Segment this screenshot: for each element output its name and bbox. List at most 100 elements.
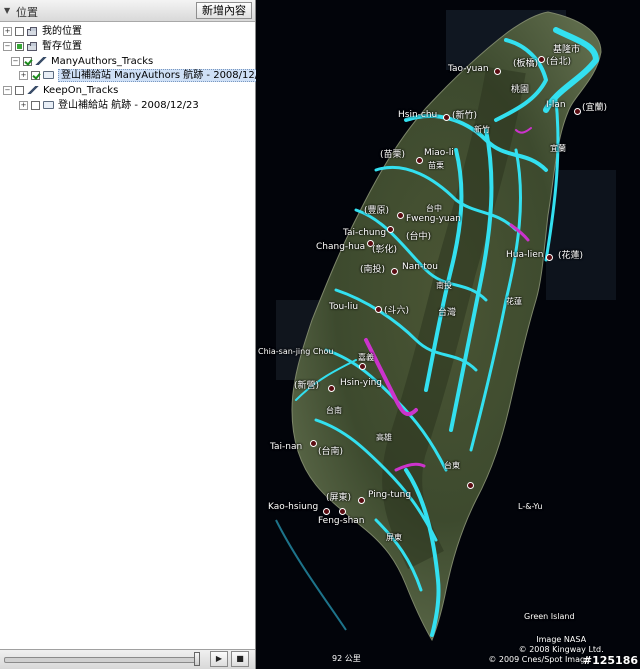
places-panel-title: 位置 bbox=[16, 6, 38, 19]
map-label: 新竹 bbox=[474, 125, 490, 134]
city-marker[interactable] bbox=[538, 56, 545, 63]
map-label: (屏東) bbox=[326, 493, 352, 503]
tree-item-label: 登山補給站 航跡 - 2008/12/23 bbox=[58, 100, 199, 111]
map-label: (板橋) bbox=[513, 59, 539, 69]
credit-line: Image NASA bbox=[536, 635, 587, 644]
city-marker[interactable] bbox=[574, 108, 581, 115]
play-button[interactable]: ▶ bbox=[210, 651, 228, 667]
map-label: (新營) bbox=[294, 381, 320, 391]
map-label: Miao-li bbox=[424, 148, 454, 158]
expand-plus-icon[interactable]: + bbox=[19, 100, 28, 110]
add-content-button[interactable]: 新增內容 bbox=[196, 2, 252, 19]
map-label: L-&-Yu bbox=[518, 502, 543, 511]
tree-item-label: KeepOn_Tracks bbox=[43, 85, 119, 96]
places-icon bbox=[27, 26, 38, 36]
places-icon bbox=[27, 41, 38, 51]
map-label: Feng-shan bbox=[318, 516, 365, 526]
map-label: (台中) bbox=[406, 232, 432, 242]
folder-icon bbox=[43, 71, 54, 79]
map-label: Kao-hsiung bbox=[268, 502, 319, 512]
city-marker[interactable] bbox=[467, 482, 474, 489]
map-label: Fweng-yuan bbox=[406, 214, 461, 224]
city-marker[interactable] bbox=[359, 363, 366, 370]
city-marker[interactable] bbox=[358, 497, 365, 504]
image-id-watermark: #125186 bbox=[582, 654, 638, 667]
opacity-slider-thumb[interactable] bbox=[194, 652, 200, 666]
city-marker[interactable] bbox=[328, 385, 335, 392]
map-label: 台南 bbox=[326, 406, 342, 415]
city-marker[interactable] bbox=[391, 268, 398, 275]
places-panel: ▼ 位置 新增內容 + 我的位置 − 暫存位置 − ManyAuthors_Track… bbox=[0, 0, 274, 669]
city-marker[interactable] bbox=[310, 440, 317, 447]
map-label: Ping-tung bbox=[368, 490, 412, 500]
checkbox[interactable] bbox=[31, 70, 40, 80]
map-label: Nan-tou bbox=[402, 262, 438, 272]
map-label: 嘉義 bbox=[358, 353, 374, 362]
city-marker[interactable] bbox=[443, 114, 450, 121]
map-label: (彰化) bbox=[372, 245, 398, 255]
tree-item-my-places[interactable]: + 我的位置 bbox=[3, 25, 82, 39]
collapse-arrow-icon[interactable]: ▼ bbox=[4, 6, 10, 15]
tree-item-label: 登山補給站 ManyAuthors 航跡 - 2008/12/25 bbox=[58, 69, 274, 82]
map-label: 台東 bbox=[444, 461, 460, 470]
map-label: Tou-liu bbox=[329, 302, 359, 312]
city-marker[interactable] bbox=[323, 508, 330, 515]
city-marker[interactable] bbox=[339, 508, 346, 515]
map-label: (花蓮) bbox=[558, 251, 584, 261]
map-label: 台中 bbox=[426, 204, 442, 213]
stop-button[interactable]: ■ bbox=[231, 651, 249, 667]
checkbox[interactable] bbox=[15, 26, 24, 36]
collapse-minus-icon[interactable]: − bbox=[3, 85, 12, 95]
map-label: Hua-lien bbox=[506, 250, 544, 260]
opacity-slider-track[interactable] bbox=[4, 657, 196, 663]
map-label: (台南) bbox=[318, 447, 344, 457]
checkbox[interactable] bbox=[15, 85, 24, 95]
map-label: 桃園 bbox=[511, 85, 530, 95]
map-view[interactable]: 基隆市 Tao-yuan (板橋) (台北) 桃園 I-lan (宜蘭) Hsi… bbox=[256, 0, 640, 669]
tour-controls-bar: ▶ ■ bbox=[0, 649, 255, 669]
checkbox[interactable] bbox=[15, 41, 24, 51]
map-label: Green Island bbox=[524, 612, 575, 621]
map-label: 南投 bbox=[436, 281, 452, 290]
collapse-minus-icon[interactable]: − bbox=[11, 56, 20, 66]
map-label: (斗六) bbox=[384, 306, 410, 316]
tree-item-many-authors-folder[interactable]: − ManyAuthors_Tracks bbox=[11, 55, 153, 69]
map-label: Tao-yuan bbox=[448, 64, 489, 74]
city-marker[interactable] bbox=[387, 226, 394, 233]
city-marker[interactable] bbox=[416, 157, 423, 164]
map-label: 苗栗 bbox=[428, 161, 444, 170]
map-label: (苗栗) bbox=[380, 150, 406, 160]
map-label: (豐原) bbox=[364, 206, 390, 216]
map-label: (新竹) bbox=[452, 111, 478, 121]
city-marker[interactable] bbox=[375, 306, 382, 313]
map-label: Tai-nan bbox=[270, 442, 303, 452]
map-label: 宜蘭 bbox=[550, 144, 566, 153]
checkbox[interactable] bbox=[23, 56, 32, 66]
map-label: Chia-san-jing Chou bbox=[258, 347, 334, 356]
city-marker[interactable] bbox=[397, 212, 404, 219]
tree-item-label: ManyAuthors_Tracks bbox=[51, 56, 154, 67]
network-link-icon bbox=[27, 86, 39, 94]
city-marker[interactable] bbox=[546, 254, 553, 261]
map-label: (南投) bbox=[360, 265, 386, 275]
expand-plus-icon[interactable]: + bbox=[19, 70, 28, 80]
map-label: Tai-chung bbox=[343, 228, 387, 238]
map-label: (宜蘭) bbox=[582, 103, 608, 113]
city-marker[interactable] bbox=[494, 68, 501, 75]
map-label: 高雄 bbox=[376, 433, 392, 442]
collapse-minus-icon[interactable]: − bbox=[3, 41, 12, 51]
map-label: 屏東 bbox=[386, 533, 402, 542]
tree-item-keepon-track[interactable]: + 登山補給站 航跡 - 2008/12/23 bbox=[19, 99, 199, 113]
expand-plus-icon[interactable]: + bbox=[3, 26, 12, 36]
tree-item-label: 暫存位置 bbox=[42, 41, 82, 52]
map-label: (台北) bbox=[546, 57, 572, 67]
map-label: I-lan bbox=[546, 100, 566, 110]
tree-item-temp-places[interactable]: − 暫存位置 bbox=[3, 40, 82, 54]
tree-item-many-authors-track[interactable]: + 登山補給站 ManyAuthors 航跡 - 2008/12/25 bbox=[19, 69, 274, 83]
map-label: 台灣 bbox=[438, 308, 457, 318]
checkbox[interactable] bbox=[31, 100, 40, 110]
map-label: Chang-hua bbox=[316, 242, 366, 252]
scale-label: 92 公里 bbox=[332, 654, 361, 663]
map-label: Hsin-chu bbox=[398, 110, 438, 120]
tree-item-keepon-folder[interactable]: − KeepOn_Tracks bbox=[3, 84, 118, 98]
